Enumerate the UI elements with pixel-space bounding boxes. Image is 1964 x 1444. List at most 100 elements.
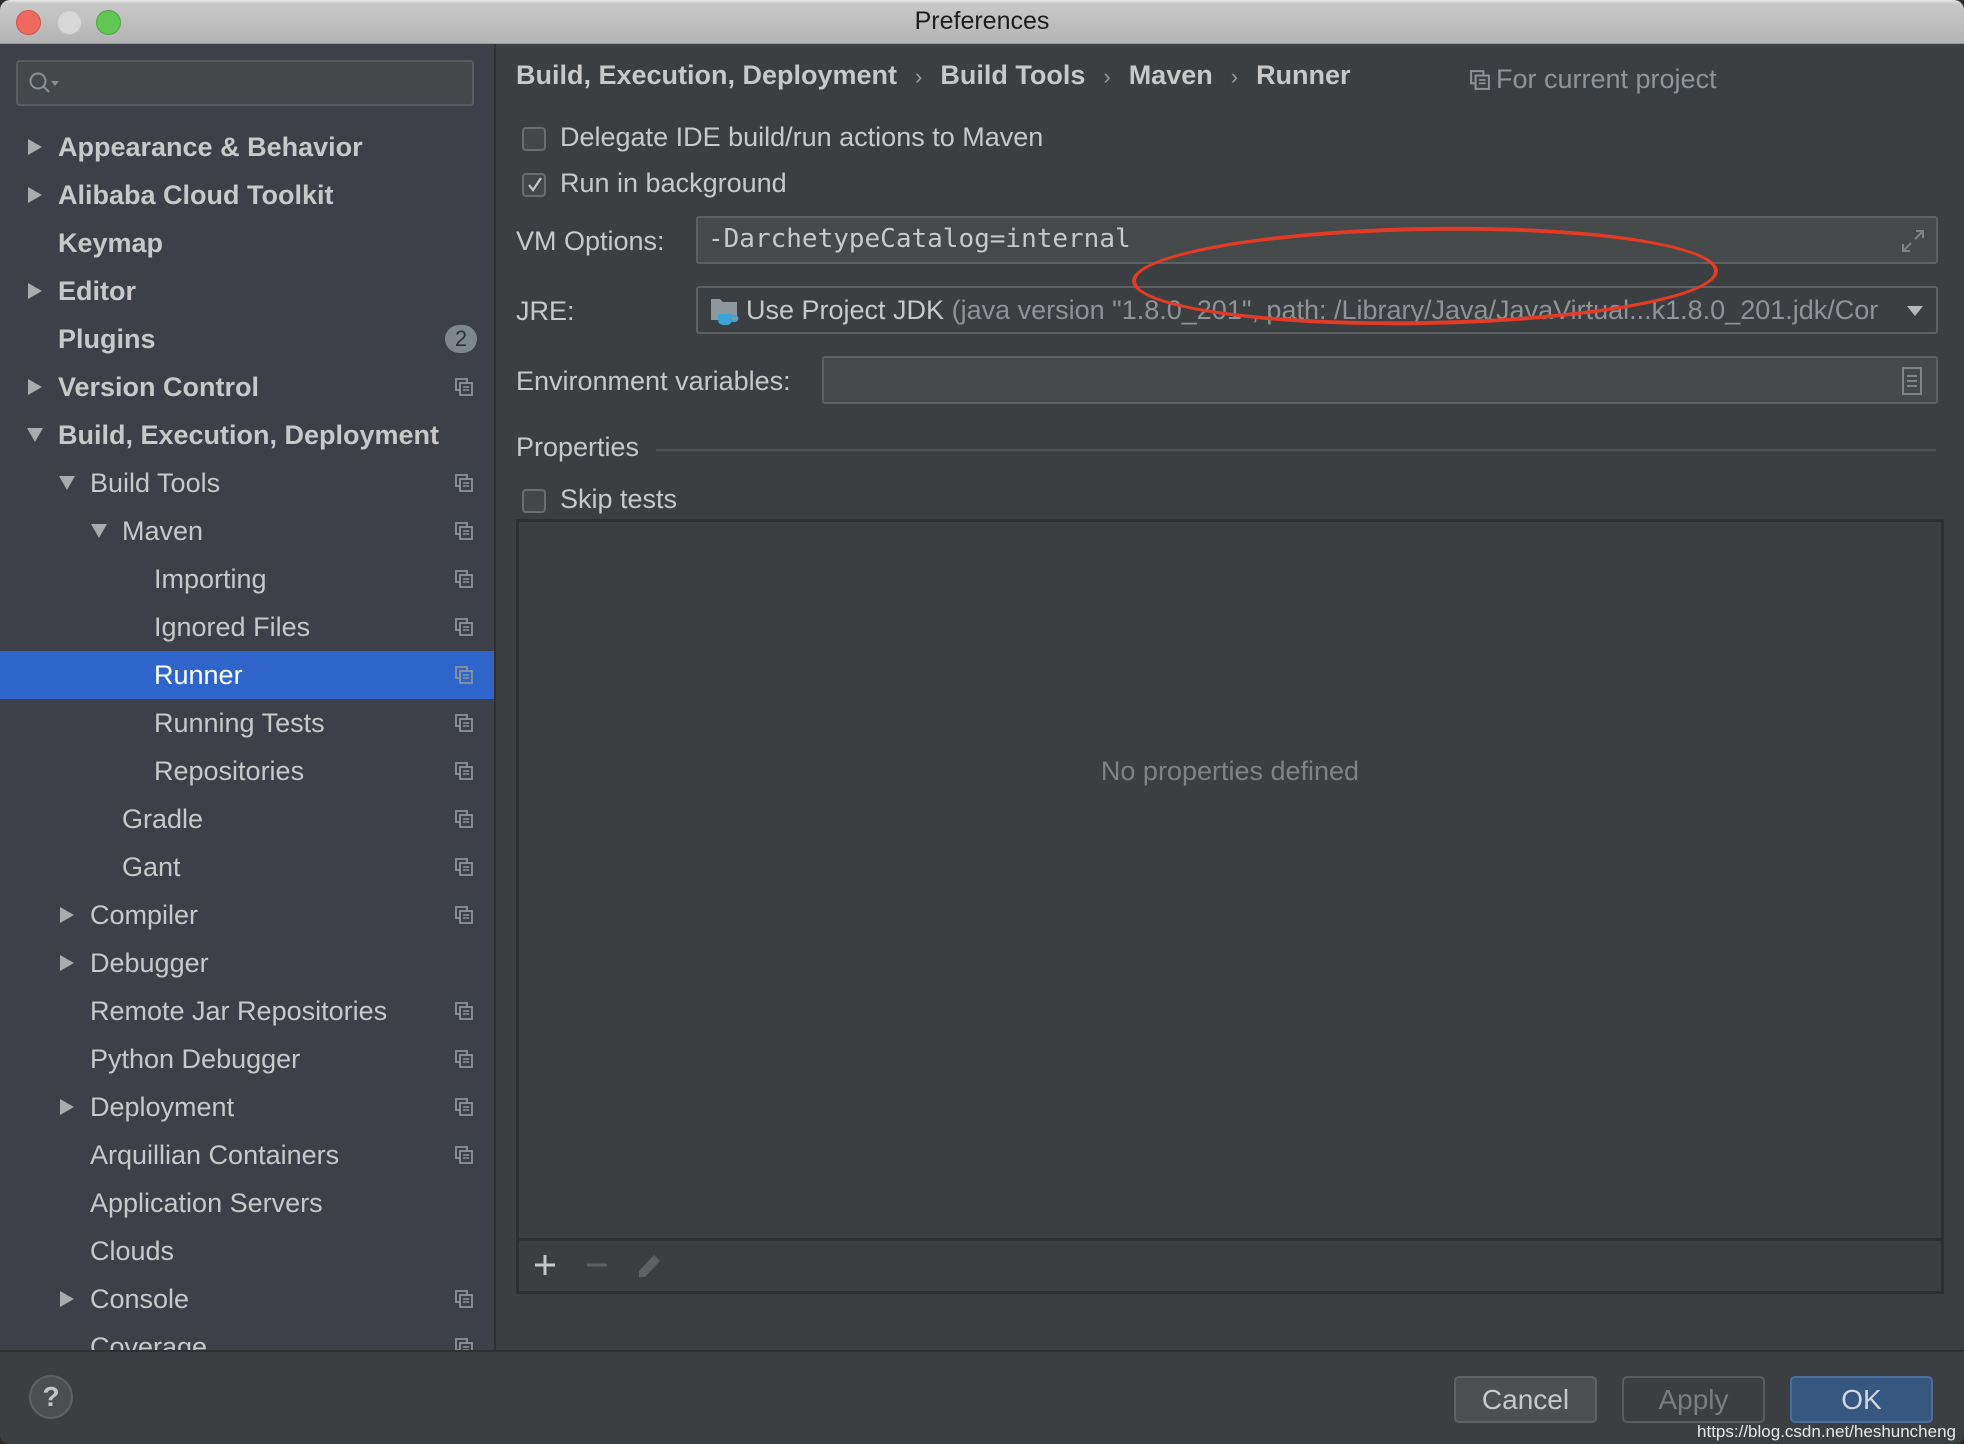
project-scope-icon xyxy=(455,474,473,492)
sidebar-item-label: Remote Jar Repositories xyxy=(90,996,388,1026)
sidebar-item[interactable]: Python Debugger xyxy=(0,1035,494,1083)
sidebar-item-label: Editor xyxy=(58,276,136,306)
env-vars-label: Environment variables: xyxy=(516,366,791,396)
sidebar-item-label: Appearance & Behavior xyxy=(58,132,363,162)
project-scope-icon xyxy=(455,666,473,684)
update-count-badge: 2 xyxy=(445,325,477,353)
chevron-down-icon[interactable] xyxy=(58,474,76,492)
chevron-right-icon[interactable] xyxy=(26,282,44,300)
remove-icon[interactable] xyxy=(583,1251,611,1279)
add-icon[interactable] xyxy=(531,1251,559,1279)
breadcrumb-separator-icon: › xyxy=(1230,64,1239,89)
project-scope-icon xyxy=(455,762,473,780)
sidebar-item[interactable]: Repositories xyxy=(0,747,494,795)
chevron-right-icon[interactable] xyxy=(26,186,44,204)
sidebar-item-label: Plugins xyxy=(58,324,156,354)
sidebar-item[interactable]: Alibaba Cloud Toolkit xyxy=(0,171,494,219)
sidebar-item[interactable]: Build Tools xyxy=(0,459,494,507)
ok-button[interactable]: OK xyxy=(1790,1376,1933,1423)
sidebar-item[interactable]: Plugins 2 xyxy=(0,315,494,363)
sidebar-item[interactable]: Debugger xyxy=(0,939,494,987)
sidebar-item-label: Ignored Files xyxy=(154,612,311,642)
sidebar-item-label: Importing xyxy=(154,564,267,594)
skip-tests-checkbox[interactable] xyxy=(522,489,546,513)
env-vars-input[interactable] xyxy=(822,356,1938,404)
run-in-background-row[interactable]: Run in background xyxy=(522,168,787,199)
sidebar-item-label: Debugger xyxy=(90,948,209,978)
properties-section-title: Properties xyxy=(516,432,640,462)
sidebar-item[interactable]: Application Servers xyxy=(0,1179,494,1227)
sidebar-item[interactable]: Maven xyxy=(0,507,494,555)
chevron-right-icon[interactable] xyxy=(58,954,76,972)
project-scope-icon xyxy=(455,1098,473,1116)
sidebar-item[interactable]: Running Tests xyxy=(0,699,494,747)
sidebar-item[interactable]: Remote Jar Repositories xyxy=(0,987,494,1035)
watermark: https://blog.csdn.net/heshuncheng xyxy=(1697,1422,1956,1441)
project-scope-icon xyxy=(455,1002,473,1020)
sidebar-item-label: Maven xyxy=(122,516,204,546)
run-in-background-checkbox[interactable] xyxy=(522,173,546,197)
section-divider xyxy=(656,449,1936,451)
chevron-down-icon[interactable] xyxy=(26,426,44,444)
chevron-right-icon[interactable] xyxy=(58,906,76,924)
sidebar-item[interactable]: Build, Execution, Deployment xyxy=(0,411,494,459)
sidebar-item-label: Compiler xyxy=(90,900,199,930)
sidebar-item[interactable]: Ignored Files xyxy=(0,603,494,651)
preferences-window: Preferences Appearance & Behavior Alibaba… xyxy=(0,0,1964,1444)
expand-icon[interactable] xyxy=(1900,228,1926,254)
chevron-right-icon[interactable] xyxy=(26,138,44,156)
project-scope-icon xyxy=(455,522,473,540)
skip-tests-label: Skip tests xyxy=(560,484,678,514)
sidebar-item-label: Coverage xyxy=(90,1332,208,1350)
help-button[interactable]: ? xyxy=(29,1375,73,1419)
chevron-right-icon[interactable] xyxy=(58,1290,76,1308)
sidebar-item[interactable]: Keymap xyxy=(0,219,494,267)
chevron-down-icon[interactable] xyxy=(1906,304,1924,318)
delegate-checkbox-row[interactable]: Delegate IDE build/run actions to Maven xyxy=(522,122,1043,153)
sidebar-item[interactable]: Version Control xyxy=(0,363,494,411)
project-scope-icon xyxy=(1470,70,1490,90)
dialog-footer: ? Cancel Apply OK https://blog.csdn.net/… xyxy=(0,1350,1964,1444)
properties-toolbar xyxy=(519,1238,1941,1291)
breadcrumb: Build, Execution, Deployment › Build Tools… xyxy=(516,60,1351,91)
runner-settings-panel: Build, Execution, Deployment › Build Tools… xyxy=(496,44,1964,1350)
chevron-right-icon[interactable] xyxy=(26,378,44,396)
vm-options-value: -DarchetypeCatalog=internal xyxy=(708,224,1131,254)
sidebar-item[interactable]: Console xyxy=(0,1275,494,1323)
sidebar-item[interactable]: Appearance & Behavior xyxy=(0,123,494,171)
project-scope-icon xyxy=(455,858,473,876)
sidebar-item-label: Build Tools xyxy=(90,468,221,498)
sidebar-item[interactable]: Coverage xyxy=(0,1323,494,1350)
browse-icon[interactable] xyxy=(1902,367,1922,395)
delegate-checkbox[interactable] xyxy=(522,127,546,151)
settings-sidebar: Appearance & Behavior Alibaba Cloud Toolk… xyxy=(0,44,496,1350)
chevron-right-icon[interactable] xyxy=(58,1098,76,1116)
settings-search-input[interactable] xyxy=(16,60,474,106)
breadcrumb-separator-icon: › xyxy=(1103,64,1111,89)
sidebar-item-label: Gant xyxy=(122,852,181,882)
sidebar-item-label: Repositories xyxy=(154,756,305,786)
vm-options-input[interactable]: -DarchetypeCatalog=internal xyxy=(696,216,1938,264)
jre-value: Use Project JDK (java version "1.8.0_201… xyxy=(746,295,1896,326)
cancel-button[interactable]: Cancel xyxy=(1454,1376,1597,1423)
sidebar-item[interactable]: Gradle xyxy=(0,795,494,843)
sidebar-item[interactable]: Runner xyxy=(0,651,494,699)
sidebar-item[interactable]: Arquillian Containers xyxy=(0,1131,494,1179)
chevron-down-icon[interactable] xyxy=(90,522,108,540)
sidebar-item[interactable]: Editor xyxy=(0,267,494,315)
sidebar-item[interactable]: Clouds xyxy=(0,1227,494,1275)
project-scope-icon xyxy=(455,1290,473,1308)
project-scope-icon xyxy=(455,906,473,924)
project-scope-icon xyxy=(455,810,473,828)
sidebar-item[interactable]: Importing xyxy=(0,555,494,603)
sidebar-item[interactable]: Deployment xyxy=(0,1083,494,1131)
sidebar-item-label: Keymap xyxy=(58,228,164,258)
sidebar-item[interactable]: Gant xyxy=(0,843,494,891)
edit-icon[interactable] xyxy=(635,1251,663,1279)
jre-dropdown[interactable]: Use Project JDK (java version "1.8.0_201… xyxy=(696,286,1938,334)
sidebar-item-label: Alibaba Cloud Toolkit xyxy=(58,180,334,210)
skip-tests-row[interactable]: Skip tests xyxy=(522,484,677,515)
sidebar-item[interactable]: Compiler xyxy=(0,891,494,939)
apply-button[interactable]: Apply xyxy=(1622,1376,1765,1423)
properties-table[interactable]: No properties defined xyxy=(516,519,1944,1294)
